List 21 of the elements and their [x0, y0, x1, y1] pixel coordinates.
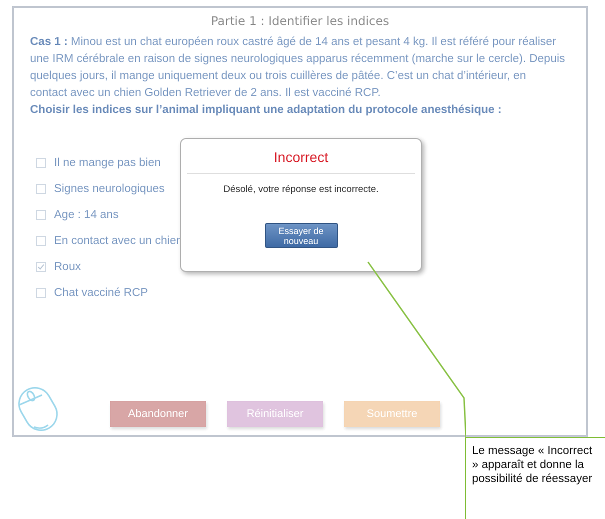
- action-button[interactable]: Réinitialiser: [227, 401, 323, 427]
- instruction-text: Choisir les indices sur l’animal impliquant une adaptation du protocole anesthésique :: [30, 103, 503, 118]
- option-label: Signes neurologiques: [54, 183, 165, 195]
- checkbox[interactable]: [36, 262, 46, 272]
- checkbox[interactable]: [36, 236, 46, 246]
- option-label: Roux: [54, 261, 81, 273]
- checkbox[interactable]: [36, 288, 46, 298]
- checkbox[interactable]: [36, 184, 46, 194]
- action-button[interactable]: Soumettre: [344, 401, 440, 427]
- dialog-message: Désolé, votre réponse est incorrecte.: [223, 184, 379, 195]
- action-button[interactable]: Abandonner: [110, 401, 206, 427]
- section-title: Partie 1 : Identifier les indices: [210, 14, 390, 28]
- checkbox[interactable]: [36, 210, 46, 220]
- checkbox[interactable]: [36, 158, 46, 168]
- callout-note: Le message « Incorrect » apparaît et donne la possibilité de réessayer: [465, 437, 605, 519]
- dialog-title: Incorrect: [187, 149, 415, 174]
- case-description: Cas 1 : Minou est un chat européen roux castré âgé de 14 ans et pesant 4 kg. Il est référé pour réaliser une IRM cérébrale en raison de signes neurologiques apparus récemment (marche sur le cercle). Depuis quelques jours, il mange uniquement deux ou trois cuillères de pâtée. C’est un chat d’intérieur, en contact avec un chien Golden Retriever de 2 ans. Il est vacciné RCP.: [30, 35, 566, 101]
- option-label: Age : 14 ans: [54, 209, 119, 221]
- retry-button[interactable]: Essayer de nouveau: [264, 223, 338, 248]
- option-label: Chat vacciné RCP: [54, 287, 148, 299]
- option-label: Il ne mange pas bien: [54, 157, 161, 169]
